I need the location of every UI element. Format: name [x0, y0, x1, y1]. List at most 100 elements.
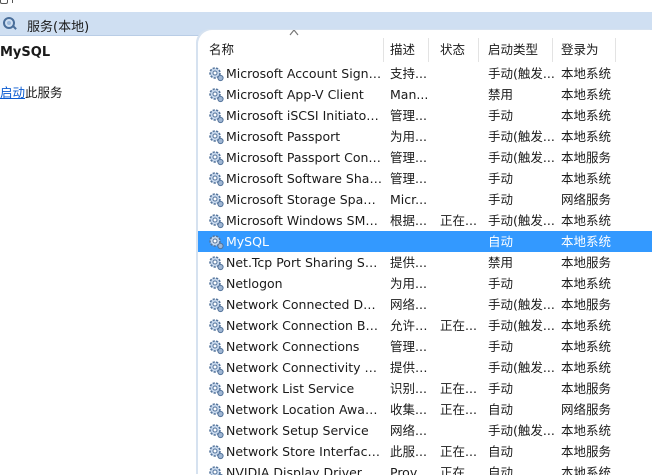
service-gear-icon: [208, 359, 224, 376]
service-description-cell: 支持...: [390, 66, 427, 81]
service-status-cell: [440, 420, 485, 441]
service-row[interactable]: MySQL 自动 本地系统: [198, 231, 652, 252]
service-startup-type-cell: 手动(触发...: [488, 297, 555, 312]
service-description-cell: 管理...: [390, 150, 427, 165]
service-description-cell: 提供 ...: [390, 360, 430, 375]
service-row[interactable]: Microsoft Software Shad... 管理... 手动 本地系统: [198, 168, 652, 189]
column-header-description[interactable]: 描述: [379, 38, 429, 62]
service-logon-cell: 本地系统: [561, 234, 612, 249]
service-status-cell: [440, 63, 485, 84]
service-action: 启动此服务: [0, 82, 63, 101]
service-name-cell: Microsoft Passport Cont...: [226, 150, 382, 165]
service-logon-cell: 本地系统: [561, 465, 612, 475]
service-status-cell: 正在...: [440, 402, 477, 417]
service-gear-icon: [208, 86, 224, 103]
service-startup-type-cell: 禁用: [488, 87, 514, 102]
service-description-cell: 允许 ...: [390, 318, 430, 333]
start-service-link[interactable]: 启动: [0, 85, 25, 100]
service-row[interactable]: Network Location Aware... 收集... 正在... 自动 网络服…: [198, 399, 652, 420]
service-gear-icon: [208, 65, 224, 82]
service-name-cell: Microsoft Passport: [226, 129, 341, 144]
service-name-cell: Network Location Aware...: [226, 402, 382, 417]
service-row[interactable]: Network List Service 识别... 正在... 手动 本地服务: [198, 378, 652, 399]
service-description-cell: Prov...: [390, 465, 429, 475]
service-description-cell: 管理...: [390, 108, 427, 123]
service-row[interactable]: Network Connection Bro... 允许 ... 正在... 手动(触…: [198, 315, 652, 336]
service-logon-cell: 本地服务: [561, 255, 612, 270]
service-row[interactable]: Network Connected Devi... 网络... 手动(触发... 本地…: [198, 294, 652, 315]
service-logon-cell: 网络服务: [561, 192, 612, 207]
service-logon-cell: 本地系统: [561, 129, 612, 144]
pane-title: 服务(本地): [27, 20, 90, 35]
service-row[interactable]: Network Connectivity Ass... 提供 ... 手动(触发..…: [198, 357, 652, 378]
service-description-cell: 为用...: [390, 276, 427, 291]
service-startup-type-cell: 手动(触发...: [488, 360, 555, 375]
selected-service-name: MySQL: [0, 45, 51, 60]
sort-ascending-icon: [289, 30, 299, 36]
service-description-cell: 此服...: [390, 444, 427, 459]
service-row[interactable]: Network Connections 管理... 手动 本地系统: [198, 336, 652, 357]
service-startup-type-cell: 手动(触发...: [488, 213, 555, 228]
service-gear-icon: [208, 422, 224, 439]
start-service-suffix: 此服务: [25, 85, 63, 100]
service-logon-cell: 本地系统: [561, 276, 612, 291]
toolbar-icon-fragment: [0, 0, 8, 4]
service-status-cell: [440, 105, 485, 126]
service-description-cell: Man...: [390, 87, 429, 102]
service-name-cell: Microsoft iSCSI Initiator ...: [226, 108, 382, 123]
service-name-cell: Network Store Interface ...: [226, 444, 382, 459]
service-logon-cell: 网络服务: [561, 402, 612, 417]
service-gear-icon: [208, 254, 224, 271]
service-name-cell: Network Connections: [226, 339, 360, 354]
service-description-cell: 网络...: [390, 297, 427, 312]
column-header-status[interactable]: 状态: [429, 38, 479, 62]
service-row[interactable]: Netlogon 为用... 手动 本地系统: [198, 273, 652, 294]
service-gear-icon: [208, 296, 224, 313]
service-startup-type-cell: 手动: [488, 171, 514, 186]
service-startup-type-cell: 手动(触发...: [488, 423, 555, 438]
services-list-panel: 名称 描述 状态 启动类型 登录为 Microsoft Account Sign…: [198, 30, 652, 475]
service-name-cell: NVIDIA Display Driver Se...: [226, 465, 382, 475]
service-row[interactable]: Microsoft Windows SMS ... 根据... 正在... 手动(触发…: [198, 210, 652, 231]
service-row[interactable]: NVIDIA Display Driver Se... Prov... 正在... 自…: [198, 462, 652, 475]
service-logon-cell: 本地服务: [561, 150, 612, 165]
service-logon-cell: 本地服务: [561, 297, 612, 312]
service-row[interactable]: Network Setup Service 网络... 手动(触发... 本地系统: [198, 420, 652, 441]
service-row[interactable]: Microsoft Passport 为用... 手动(触发... 本地系统: [198, 126, 652, 147]
service-status-cell: [440, 189, 485, 210]
column-header-logon-as[interactable]: 登录为: [550, 38, 616, 62]
service-status-cell: [440, 147, 485, 168]
service-gear-icon: [208, 212, 224, 229]
service-row[interactable]: Microsoft Storage Space... Micr... 手动 网络服务: [198, 189, 652, 210]
services-gear-icon: [3, 17, 17, 30]
service-gear-icon: [208, 191, 224, 208]
service-logon-cell: 本地系统: [561, 360, 612, 375]
service-row[interactable]: Net.Tcp Port Sharing Ser... 提供... 禁用 本地服务: [198, 252, 652, 273]
service-status-cell: 正在...: [440, 465, 477, 475]
service-gear-icon: [208, 401, 224, 418]
service-row[interactable]: Microsoft Passport Cont... 管理... 手动(触发... 本…: [198, 147, 652, 168]
service-logon-cell: 本地服务: [561, 381, 612, 396]
service-status-cell: [440, 252, 485, 273]
service-status-cell: [440, 273, 485, 294]
service-description-cell: 管理...: [390, 339, 427, 354]
service-logon-cell: 本地系统: [561, 66, 612, 81]
service-name-cell: Net.Tcp Port Sharing Ser...: [226, 255, 382, 270]
service-status-cell: [440, 126, 485, 147]
service-startup-type-cell: 自动: [488, 465, 514, 475]
service-row[interactable]: Microsoft Account Sign-i... 支持... 手动(触发...…: [198, 63, 652, 84]
service-row[interactable]: Microsoft App-V Client Man... 禁用 本地系统: [198, 84, 652, 105]
service-startup-type-cell: 禁用: [488, 255, 514, 270]
service-row[interactable]: Network Store Interface ... 此服... 正在... 自动 本…: [198, 441, 652, 462]
service-name-cell: Netlogon: [226, 276, 283, 291]
service-status-cell: 正在...: [440, 381, 477, 396]
service-gear-icon: [208, 338, 224, 355]
service-name-cell: Network Setup Service: [226, 423, 369, 438]
service-description-cell: [390, 231, 430, 252]
service-row[interactable]: Microsoft iSCSI Initiator ... 管理... 手动 本地系统: [198, 105, 652, 126]
column-header-name[interactable]: 名称: [198, 38, 384, 62]
service-startup-type-cell: 手动: [488, 276, 514, 291]
service-status-cell: 正在...: [440, 318, 477, 333]
column-header-startup-type[interactable]: 启动类型: [477, 38, 553, 62]
service-description-cell: 网络...: [390, 423, 427, 438]
